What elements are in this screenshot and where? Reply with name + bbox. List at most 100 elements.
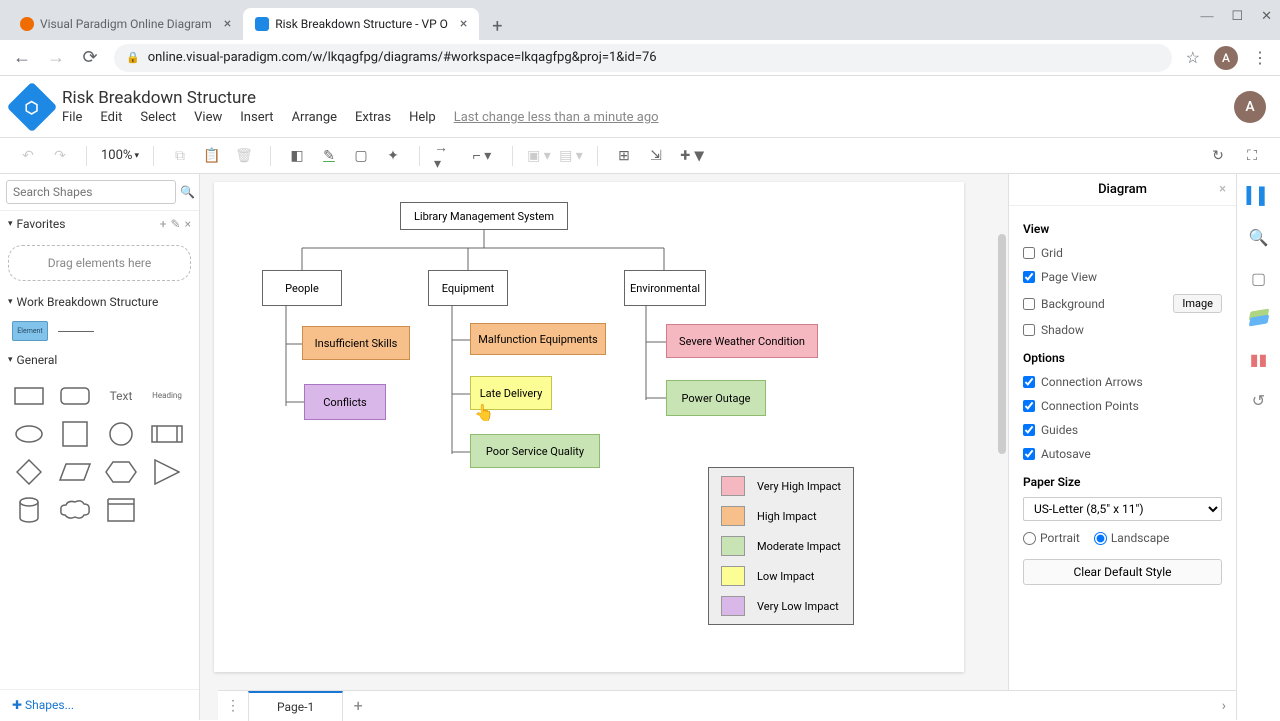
v-scrollbar[interactable] <box>998 234 1006 454</box>
avatar[interactable]: A <box>1234 91 1266 123</box>
menu-select[interactable]: Select <box>140 110 176 125</box>
new-tab-button[interactable]: + <box>483 12 511 40</box>
shape-cylinder[interactable] <box>10 495 48 525</box>
close-icon[interactable]: × <box>224 16 231 32</box>
canvas[interactable]: Library Management System People Equipme… <box>200 174 1008 720</box>
shape-text[interactable]: Text <box>102 381 140 411</box>
node-insufficient-skills[interactable]: Insufficient Skills <box>302 326 410 360</box>
check-autosave[interactable]: Autosave <box>1023 445 1222 463</box>
search-input[interactable] <box>6 180 176 204</box>
shapes-button[interactable]: ✚ Shapes... <box>0 689 199 720</box>
favorites-header[interactable]: ▾ Favorites +✎× <box>0 211 199 237</box>
browser-tab[interactable]: Visual Paradigm Online Diagram × <box>8 8 243 40</box>
shape-diamond[interactable] <box>10 457 48 487</box>
waypoint-icon[interactable]: ⌐ ▾ <box>466 144 498 168</box>
node-people[interactable]: People <box>262 270 342 306</box>
search-icon[interactable]: 🔍 <box>1249 228 1269 247</box>
fullscreen-icon[interactable]: ⛶ <box>1240 144 1264 168</box>
menu-view[interactable]: View <box>194 110 222 125</box>
shape-square[interactable] <box>56 419 94 449</box>
search-icon[interactable]: 🔍 <box>180 185 195 199</box>
menu-edit[interactable]: Edit <box>100 110 122 125</box>
menu-insert[interactable]: Insert <box>240 110 273 125</box>
wbs-connector-shape[interactable] <box>58 331 94 332</box>
add-icon[interactable]: + ▾ <box>676 144 708 168</box>
general-header[interactable]: ▾ General <box>0 347 199 373</box>
avatar[interactable]: A <box>1214 46 1238 70</box>
check-background[interactable]: Background <box>1023 297 1105 311</box>
add-page-button[interactable]: + <box>343 696 373 715</box>
connector-icon[interactable]: → ▾ <box>434 144 458 168</box>
undo-button[interactable]: ↶ <box>16 144 40 168</box>
redo-button[interactable]: ↷ <box>48 144 72 168</box>
browser-tab-active[interactable]: Risk Breakdown Structure - VP O × <box>243 8 479 40</box>
radio-landscape[interactable]: Landscape <box>1094 531 1170 545</box>
shape-parallelogram[interactable] <box>56 457 94 487</box>
shape-process[interactable] <box>148 419 186 449</box>
check-conn-arrows[interactable]: Connection Arrows <box>1023 373 1222 391</box>
menu-file[interactable]: File <box>62 110 82 125</box>
style-icon[interactable]: ▍▌ <box>1247 186 1271 206</box>
plus-icon[interactable]: + <box>160 217 167 231</box>
forward-button[interactable]: → <box>46 48 66 68</box>
page-nav-next[interactable]: › <box>1222 698 1236 714</box>
linecolor-icon[interactable]: ✎ <box>317 144 341 168</box>
delete-icon[interactable]: 🗑 <box>232 144 256 168</box>
favorites-dropzone[interactable]: Drag elements here <box>8 245 191 281</box>
shape-heading[interactable]: Heading <box>148 381 186 411</box>
check-guides[interactable]: Guides <box>1023 421 1222 439</box>
menu-help[interactable]: Help <box>409 110 436 125</box>
node-late-delivery[interactable]: Late Delivery <box>470 376 552 410</box>
minimize-icon[interactable]: — <box>1200 8 1213 24</box>
maximize-icon[interactable]: ☐ <box>1231 8 1243 24</box>
back-icon[interactable]: ▤ ▾ <box>559 144 583 168</box>
sync-icon[interactable]: ↻ <box>1206 144 1230 168</box>
app-logo[interactable]: ⬡ <box>7 81 58 132</box>
paste-icon[interactable]: 📋 <box>200 144 224 168</box>
style-icon[interactable]: ✦ <box>381 144 405 168</box>
node-root[interactable]: Library Management System <box>400 202 568 230</box>
shape-document[interactable] <box>102 495 140 525</box>
shape-triangle[interactable] <box>148 457 186 487</box>
url-field[interactable]: 🔒 online.visual-paradigm.com/w/lkqagfpg/… <box>114 44 1172 72</box>
node-poor-service[interactable]: Poor Service Quality <box>470 434 600 468</box>
wbs-header[interactable]: ▾ Work Breakdown Structure <box>0 289 199 315</box>
fillcolor-icon[interactable]: ◧ <box>285 144 309 168</box>
last-change[interactable]: Last change less than a minute ago <box>454 110 659 125</box>
layers-icon[interactable] <box>1250 310 1268 328</box>
shape-roundrect[interactable] <box>56 381 94 411</box>
node-conflicts[interactable]: Conflicts <box>304 384 386 420</box>
shape-rect[interactable] <box>10 381 48 411</box>
history-icon[interactable]: ↺ <box>1252 391 1265 410</box>
menu-arrange[interactable]: Arrange <box>292 110 337 125</box>
copy-icon[interactable]: ⧉ <box>168 144 192 168</box>
canvas-page[interactable]: Library Management System People Equipme… <box>214 182 964 672</box>
close-icon[interactable]: × <box>460 16 467 32</box>
close-icon[interactable]: × <box>185 217 191 231</box>
node-environmental[interactable]: Environmental <box>624 270 706 306</box>
node-malfunction[interactable]: Malfunction Equipments <box>470 323 606 355</box>
doc-title[interactable]: Risk Breakdown Structure <box>62 88 659 108</box>
grid-icon[interactable]: ⊞ <box>612 144 636 168</box>
page-tab[interactable]: Page-1 <box>248 691 343 721</box>
bookmarks-icon[interactable]: ▮▮ <box>1250 350 1268 369</box>
back-button[interactable]: ← <box>12 48 32 68</box>
node-equipment[interactable]: Equipment <box>428 270 508 306</box>
page-menu-icon[interactable]: ⋮ <box>218 698 248 714</box>
node-power-outage[interactable]: Power Outage <box>666 380 766 416</box>
check-grid[interactable]: Grid <box>1023 244 1222 262</box>
shadow-icon[interactable]: ▢ <box>349 144 373 168</box>
shape-circle[interactable] <box>102 419 140 449</box>
shape-cloud[interactable] <box>56 495 94 525</box>
paper-size-select[interactable]: US-Letter (8,5" x 11") <box>1023 497 1222 521</box>
check-page-view[interactable]: Page View <box>1023 268 1222 286</box>
edit-icon[interactable]: ✎ <box>171 217 181 231</box>
outline-icon[interactable]: ▢ <box>1251 269 1266 288</box>
radio-portrait[interactable]: Portrait <box>1023 531 1080 545</box>
image-button[interactable]: Image <box>1173 294 1222 313</box>
close-icon[interactable]: × <box>1219 182 1226 197</box>
node-severe-weather[interactable]: Severe Weather Condition <box>666 324 818 358</box>
fit-icon[interactable]: ⇲ <box>644 144 668 168</box>
close-icon[interactable]: ✕ <box>1261 8 1272 24</box>
menu-extras[interactable]: Extras <box>355 110 391 125</box>
